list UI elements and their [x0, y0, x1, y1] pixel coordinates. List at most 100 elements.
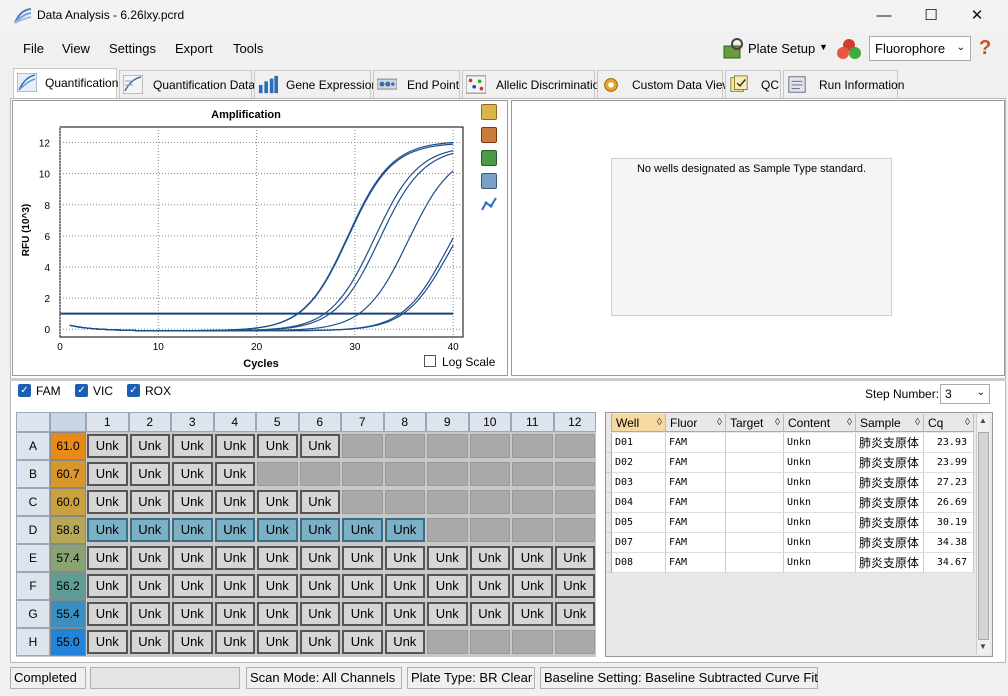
well-d7[interactable]: Unk [342, 518, 383, 542]
plate-setup-button[interactable]: Plate Setup ▼ [720, 36, 828, 62]
vic-checkbox[interactable]: ✓ [75, 384, 88, 397]
row-header-a[interactable]: A [16, 432, 50, 460]
table-cell-sample[interactable]: 肺炎支原体 [856, 433, 924, 453]
well-h5[interactable]: Unk [257, 630, 298, 654]
well-e12[interactable]: Unk [554, 546, 595, 570]
table-cell-content[interactable]: Unkn [784, 433, 856, 453]
table-cell-target[interactable] [726, 513, 784, 533]
well-g5[interactable]: Unk [257, 602, 298, 626]
well-d2[interactable]: Unk [129, 518, 170, 542]
column-header-cq[interactable]: Cq ◊ [924, 414, 974, 432]
well-a2[interactable]: Unk [129, 434, 170, 458]
table-scrollbar[interactable]: ▲ ▼ [976, 414, 990, 654]
well-g2[interactable]: Unk [129, 602, 170, 626]
tab-quantification[interactable]: Quantification [13, 68, 118, 98]
table-cell-well[interactable]: D03 [612, 473, 666, 493]
column-header-11[interactable]: 11 [511, 412, 554, 432]
well-g9[interactable]: Unk [427, 602, 468, 626]
scroll-down-icon[interactable]: ▼ [979, 642, 987, 651]
scroll-up-icon[interactable]: ▲ [979, 416, 987, 425]
menu-view[interactable]: View [62, 41, 90, 56]
column-header-6[interactable]: 6 [298, 412, 341, 432]
well-h4[interactable]: Unk [214, 630, 255, 654]
well-g11[interactable]: Unk [512, 602, 553, 626]
well-c1[interactable]: Unk [87, 490, 128, 514]
tab-quantification-data[interactable]: Quantification Data [119, 70, 255, 98]
tab-run-information[interactable]: Run Information [783, 70, 904, 98]
well-e6[interactable]: Unk [299, 546, 340, 570]
well-g3[interactable]: Unk [172, 602, 213, 626]
panel-splitter[interactable] [10, 378, 1006, 381]
table-cell-target[interactable] [726, 533, 784, 553]
well-a4[interactable]: Unk [214, 434, 255, 458]
well-h3[interactable]: Unk [172, 630, 213, 654]
well-e8[interactable]: Unk [384, 546, 425, 570]
table-cell-fluor[interactable]: FAM [666, 513, 726, 533]
close-button[interactable]: ✕ [955, 4, 999, 28]
well-a6[interactable]: Unk [299, 434, 340, 458]
well-a1[interactable]: Unk [87, 434, 128, 458]
well-f1[interactable]: Unk [87, 574, 128, 598]
row-header-b[interactable]: B [16, 460, 50, 488]
rox-checkbox[interactable]: ✓ [127, 384, 140, 397]
table-cell-fluor[interactable]: FAM [666, 473, 726, 493]
well-e7[interactable]: Unk [342, 546, 383, 570]
well-b1[interactable]: Unk [87, 462, 128, 486]
column-header-3[interactable]: 3 [171, 412, 214, 432]
step-number-select[interactable]: 3 ⌄ [940, 384, 990, 404]
well-b4[interactable]: Unk [214, 462, 255, 486]
copy-icon[interactable] [481, 104, 497, 120]
column-header-fluor[interactable]: Fluor ◊ [666, 414, 726, 432]
well-c2[interactable]: Unk [129, 490, 170, 514]
table-cell-cq[interactable]: 26.69 [924, 493, 974, 513]
row-header-f[interactable]: F [16, 572, 50, 600]
table-cell-well[interactable]: D01 [612, 433, 666, 453]
table-cell-well[interactable]: D07 [612, 533, 666, 553]
trend-line-icon[interactable] [481, 196, 497, 212]
well-g12[interactable]: Unk [554, 602, 595, 626]
well-d6[interactable]: Unk [299, 518, 340, 542]
column-header-8[interactable]: 8 [383, 412, 426, 432]
well-d3[interactable]: Unk [172, 518, 213, 542]
table-cell-fluor[interactable]: FAM [666, 553, 726, 573]
table-cell-fluor[interactable]: FAM [666, 453, 726, 473]
scroll-thumb[interactable] [978, 432, 989, 640]
help-icon[interactable]: ? [979, 37, 991, 60]
well-f3[interactable]: Unk [172, 574, 213, 598]
table-cell-content[interactable]: Unkn [784, 553, 856, 573]
well-h7[interactable]: Unk [342, 630, 383, 654]
menu-export[interactable]: Export [175, 41, 213, 56]
table-cell-content[interactable]: Unkn [784, 513, 856, 533]
well-g10[interactable]: Unk [469, 602, 510, 626]
well-h2[interactable]: Unk [129, 630, 170, 654]
row-header-h[interactable]: H [16, 628, 50, 656]
well-g1[interactable]: Unk [87, 602, 128, 626]
row-header-c[interactable]: C [16, 488, 50, 516]
well-c4[interactable]: Unk [214, 490, 255, 514]
table-cell-content[interactable]: Unkn [784, 453, 856, 473]
column-header-2[interactable]: 2 [128, 412, 171, 432]
well-d1[interactable]: Unk [87, 518, 128, 542]
table-cell-cq[interactable]: 34.38 [924, 533, 974, 553]
table-cell-target[interactable] [726, 553, 784, 573]
column-header-10[interactable]: 10 [468, 412, 511, 432]
well-b2[interactable]: Unk [129, 462, 170, 486]
menu-file[interactable]: File [23, 41, 44, 56]
table-cell-cq[interactable]: 23.93 [924, 433, 974, 453]
column-header-1[interactable]: 1 [86, 412, 129, 432]
table-cell-sample[interactable]: 肺炎支原体 [856, 473, 924, 493]
tab-gene-expression[interactable]: Gene Expression [254, 70, 378, 98]
export-icon[interactable] [481, 150, 497, 166]
table-cell-sample[interactable]: 肺炎支原体 [856, 493, 924, 513]
well-g8[interactable]: Unk [384, 602, 425, 626]
column-header-12[interactable]: 12 [553, 412, 596, 432]
well-e9[interactable]: Unk [427, 546, 468, 570]
row-header-d[interactable]: D [16, 516, 50, 544]
table-cell-target[interactable] [726, 433, 784, 453]
well-d5[interactable]: Unk [257, 518, 298, 542]
column-header-5[interactable]: 5 [256, 412, 299, 432]
table-cell-fluor[interactable]: FAM [666, 493, 726, 513]
column-header-9[interactable]: 9 [426, 412, 469, 432]
well-f7[interactable]: Unk [342, 574, 383, 598]
zoom-icon[interactable] [481, 173, 497, 189]
